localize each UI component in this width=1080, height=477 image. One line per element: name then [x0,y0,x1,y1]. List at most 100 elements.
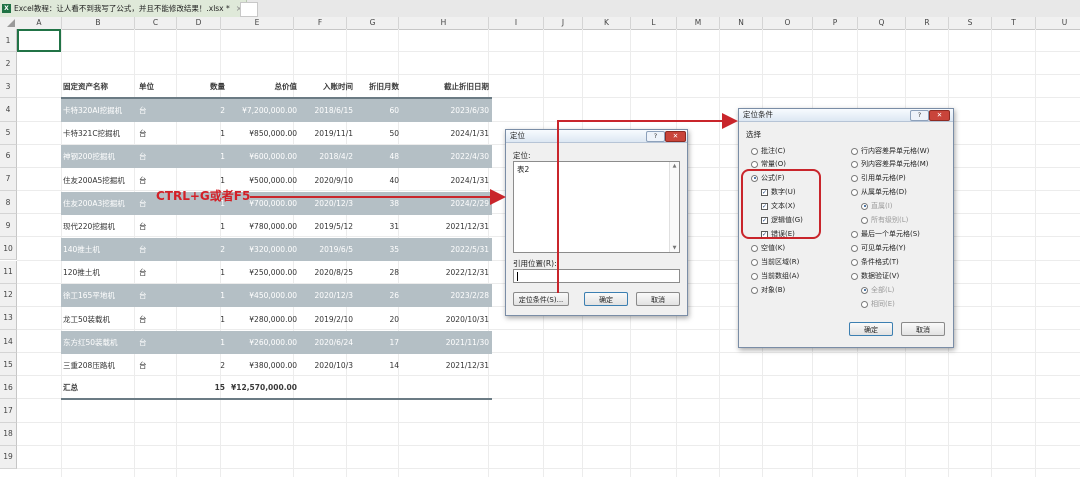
column-header-k[interactable]: K [583,17,631,29]
column-header-o[interactable]: O [763,17,813,29]
table-cell[interactable]: 台 [139,198,147,209]
table-cell[interactable]: ¥7,200,000.00 [229,106,297,115]
radio-option[interactable]: 最后一个单元格(S) [851,229,920,239]
radio-option[interactable]: 当前区域(R) [751,257,799,267]
radio-option[interactable]: 批注(C) [751,146,785,156]
table-cell[interactable]: 2019/5/12 [301,222,353,231]
table-cell[interactable]: 2020/8/25 [301,268,353,277]
help-button[interactable]: ? [910,110,929,121]
radio-option[interactable]: 数据验证(V) [851,271,899,281]
radio-option[interactable]: 引用单元格(P) [851,173,906,183]
table-cell[interactable]: 28 [357,268,399,277]
table-cell[interactable]: 台 [139,360,147,371]
column-header-t[interactable]: T [992,17,1036,29]
table-cell[interactable]: 入账时间 [301,81,353,92]
table-cell[interactable]: 住友200A5挖掘机 [63,175,125,186]
row-header-10[interactable]: 10 [0,237,17,261]
column-header-m[interactable]: M [677,17,720,29]
goto-listbox[interactable]: 表2 ▲ ▼ [513,161,680,253]
table-cell[interactable]: ¥250,000.00 [229,268,297,277]
workbook-tab[interactable]: X Excel教程：让人看不到我写了公式，并且不能修改结果！.xlsx * × [0,0,248,17]
table-cell[interactable]: 2020/6/24 [301,338,353,347]
row-header-18[interactable]: 18 [0,422,17,446]
radio-icon[interactable] [861,216,868,224]
selected-cell[interactable] [17,29,61,52]
table-cell[interactable]: 单位 [139,81,154,92]
help-button[interactable]: ? [646,131,665,142]
row-header-9[interactable]: 9 [0,214,17,238]
row-header-2[interactable]: 2 [0,52,17,76]
row-header-3[interactable]: 3 [0,75,17,99]
table-cell[interactable]: 1 [171,129,225,138]
row-header-16[interactable]: 16 [0,376,17,400]
select-all-corner[interactable] [0,17,17,29]
table-cell[interactable]: 35 [357,245,399,254]
table-cell[interactable]: 2023/6/30 [403,106,489,115]
table-cell[interactable]: 汇总 [63,382,78,393]
table-cell[interactable]: 东方红50装载机 [63,337,118,348]
table-cell[interactable]: 2020/10/3 [301,361,353,370]
table-cell[interactable]: 卡特321C挖掘机 [63,128,120,139]
cancel-button[interactable]: 取消 [901,322,945,336]
column-header-c[interactable]: C [135,17,177,29]
table-cell[interactable]: 2019/6/5 [301,245,353,254]
table-cell[interactable]: ¥780,000.00 [229,222,297,231]
radio-icon[interactable] [751,244,758,252]
radio-option[interactable]: 从属单元格(D) [851,187,907,197]
radio-icon[interactable] [861,300,868,308]
table-cell[interactable]: 1 [171,152,225,161]
row-header-7[interactable]: 7 [0,167,17,192]
radio-option[interactable]: 列内容差异单元格(M) [851,159,929,169]
table-cell[interactable]: ¥500,000.00 [229,176,297,185]
special-button[interactable]: 定位条件(S)... [513,292,569,306]
row-header-1[interactable]: 1 [0,29,17,53]
table-cell[interactable]: 2022/5/31 [403,245,489,254]
radio-icon[interactable] [851,147,858,155]
scroll-up-icon[interactable]: ▲ [670,163,679,169]
table-cell[interactable]: 2021/12/31 [403,361,489,370]
table-cell[interactable]: 台 [139,105,147,116]
table-cell[interactable]: ¥320,000.00 [229,245,297,254]
column-header-j[interactable]: J [544,17,583,29]
table-cell[interactable]: 2 [171,361,225,370]
table-cell[interactable]: 台 [139,244,147,255]
table-cell[interactable]: 1 [171,222,225,231]
ok-button[interactable]: 确定 [849,322,893,336]
table-cell[interactable]: 1 [171,268,225,277]
table-cell[interactable]: ¥850,000.00 [229,129,297,138]
column-header-s[interactable]: S [949,17,992,29]
table-cell[interactable]: 固定资产名称 [63,81,108,92]
table-cell[interactable]: 卡特320AI挖掘机 [63,105,122,116]
column-header-e[interactable]: E [221,17,294,29]
column-header-h[interactable]: H [399,17,489,29]
radio-option[interactable]: 当前数组(A) [751,271,799,281]
table-cell[interactable]: 2020/12/3 [301,199,353,208]
table-cell[interactable]: 2019/11/1 [301,129,353,138]
table-cell[interactable]: 48 [357,152,399,161]
radio-option[interactable]: 可见单元格(Y) [851,243,906,253]
table-cell[interactable]: 2023/2/28 [403,291,489,300]
radio-icon[interactable] [851,258,858,266]
column-header-d[interactable]: D [177,17,221,29]
radio-icon[interactable] [751,286,758,294]
table-cell[interactable]: 2 [171,106,225,115]
table-cell[interactable]: 2020/12/3 [301,291,353,300]
table-cell[interactable]: 2022/4/30 [403,152,489,161]
radio-icon[interactable] [861,202,868,210]
table-cell[interactable]: 1 [171,338,225,347]
row-header-17[interactable]: 17 [0,399,17,423]
listbox-scrollbar[interactable]: ▲ ▼ [669,162,679,252]
table-cell[interactable]: 台 [139,267,147,278]
radio-icon[interactable] [751,272,758,280]
close-button[interactable]: ✕ [929,110,950,121]
table-cell[interactable]: 住友200A3挖掘机 [63,198,125,209]
column-header-a[interactable]: A [17,17,62,29]
table-cell[interactable]: ¥12,570,000.00 [229,383,297,392]
close-button[interactable]: ✕ [665,131,686,142]
table-cell[interactable]: 神钢200挖掘机 [63,151,115,162]
table-cell[interactable]: ¥260,000.00 [229,338,297,347]
table-cell[interactable]: 2020/9/10 [301,176,353,185]
row-header-6[interactable]: 6 [0,144,17,168]
radio-icon[interactable] [851,272,858,280]
list-item[interactable]: 表2 [517,164,529,175]
